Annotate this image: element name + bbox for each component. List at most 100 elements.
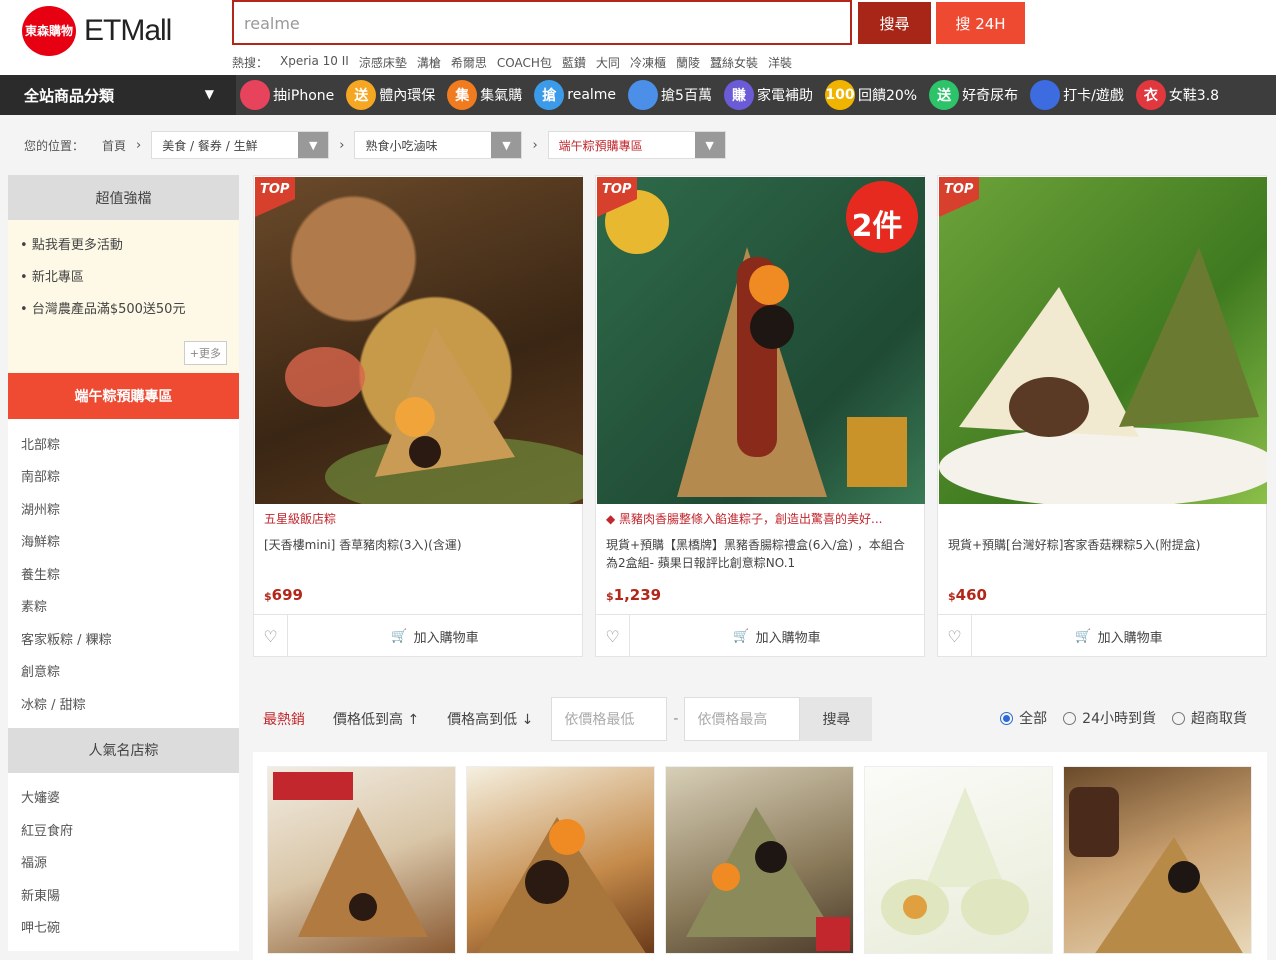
product-title[interactable]: 現貨+預購【黑橋牌】黑豬香腸粽禮盒(6入/盒) ，本組合為2盒組- 蘋果日報評比… [606,536,911,572]
sidebar-popular-item[interactable]: 福源 [8,846,239,879]
site-logo[interactable]: 東森購物 ETMall [22,6,182,56]
sidebar-category-item[interactable]: 客家粄粽 / 粿粽 [8,622,239,655]
chevron-down-icon: ▼ [694,132,725,158]
promo-label: 抽iPhone [273,88,335,104]
promo-link[interactable]: 搶5百萬 [628,80,712,110]
sidebar-category-item[interactable]: 北部粽 [8,427,239,460]
sort-price-asc[interactable]: 價格低到高 ↑ [333,709,419,729]
cart-icon: 🛒 [391,628,408,644]
hot-word[interactable]: 溝槍 [417,54,441,71]
hot-word[interactable]: COACH包 [497,54,552,71]
add-to-cart-button[interactable]: 🛒 加入購物車 [288,615,582,657]
product-actions: ♡ 🛒 加入購物車 [596,614,924,657]
search-24h-button[interactable]: 搜 24H [936,2,1025,44]
promo-links: 抽iPhone 送體內環保集集氣購搶 realme 搶5百萬賺家電補助 100 回饋20%… [240,75,1225,115]
sort-best-selling[interactable]: 最熱銷 [263,709,305,729]
search-input[interactable]: realme [232,0,852,45]
category-menu-button[interactable]: 全站商品分類 ▼ [0,75,236,115]
heart-icon[interactable]: ♡ [254,615,288,657]
hot-word[interactable]: 蠶絲女裝 [710,54,758,71]
product-thumbnail[interactable] [1063,766,1252,954]
product-image[interactable]: TOP 2件 [597,177,925,504]
product-thumbnail[interactable] [665,766,854,954]
promo-link[interactable]: 集集氣購 [447,80,522,110]
product-thumbnail[interactable] [267,766,456,954]
promo-link[interactable]: 搶 realme [534,80,616,110]
heart-icon[interactable]: ♡ [938,615,972,657]
chevron-down-icon: ▼ [204,87,214,101]
sidebar-category-item[interactable]: 南部粽 [8,460,239,493]
promo-icon: 集 [447,80,478,110]
product-actions: ♡ 🛒 加入購物車 [938,614,1266,657]
radio-24h[interactable]: 24小時到貨 [1063,708,1156,728]
heart-icon[interactable]: ♡ [596,615,630,657]
sidebar-promo-item[interactable]: • 新北專區 [20,262,227,294]
breadcrumb-select-level2[interactable]: 熟食小吃滷味 ▼ [354,131,523,159]
price-filter-button[interactable]: 搜尋 [800,697,873,741]
promo-label: 女鞋3.8 [1168,88,1220,104]
product-thumbnail[interactable] [864,766,1053,954]
promo-icon [628,80,659,110]
sidebar-promo-item[interactable]: • 點我看更多活動 [20,230,227,262]
promo-link[interactable]: 送體內環保 [346,80,435,110]
product-image[interactable]: TOP [939,177,1267,504]
breadcrumb-select-level1[interactable]: 美食 / 餐券 / 生鮮 ▼ [151,131,330,159]
product-card[interactable]: TOP 2件 ◆ 黑豬肉香腸整條入餡進粽子，創造出驚喜的美好... 現貨+預購【… [595,175,925,657]
sidebar-category-item[interactable]: 湖州粽 [8,492,239,525]
promo-link[interactable]: 賺家電補助 [723,80,813,110]
sidebar-popular-item[interactable]: 呷七碗 [8,911,239,944]
sidebar-category-item[interactable]: 素粽 [8,590,239,623]
hot-word[interactable]: 涼感床墊 [359,54,407,71]
sidebar-category-item[interactable]: 創意粽 [8,655,239,688]
promo-link[interactable]: 衣女鞋3.8 [1135,80,1220,110]
product-card[interactable]: TOP 五星級飯店粽 [天香樓mini] 香草豬肉粽(3入)(含運) $699 … [253,175,583,657]
more-button[interactable]: +更多 [183,341,227,365]
sidebar-promo-item[interactable]: • 台灣農產品滿$500送50元 [20,294,227,326]
hot-word[interactable]: 藍鑽 [562,54,586,71]
product-title[interactable]: 現貨+預購[台灣好粽]客家香菇粿粽5入(附提盒) [948,536,1253,554]
hot-word[interactable]: 希爾思 [451,54,487,71]
hot-word[interactable]: 洋裝 [768,54,792,71]
product-image[interactable]: TOP [255,177,583,504]
quantity-badge: 2件 [851,209,903,244]
product-thumbnail[interactable] [466,766,655,954]
product-illustration [939,247,1267,504]
radio-store-pickup[interactable]: 超商取貨 [1172,708,1247,728]
breadcrumb-home[interactable]: 首頁 [102,137,126,154]
sidebar-popular-item[interactable]: 新東陽 [8,878,239,911]
search-button[interactable]: 搜尋 [858,2,931,44]
sidebar-category-item[interactable]: 海鮮粽 [8,525,239,558]
chevron-down-icon: ▼ [491,132,522,158]
promo-link[interactable]: 打卡/遊戲 [1030,80,1124,110]
sort-price-desc[interactable]: 價格高到低 ↓ [447,709,533,729]
add-to-cart-button[interactable]: 🛒 加入購物車 [630,615,924,657]
add-to-cart-label: 加入購物車 [755,630,821,646]
promo-label: 搶5百萬 [661,88,712,104]
breadcrumb: 您的位置： 首頁 › 美食 / 餐券 / 生鮮 ▼ › 熟食小吃滷味 ▼ › 端… [24,131,726,159]
hot-word[interactable]: 大同 [596,54,620,71]
currency-symbol: $ [606,590,614,603]
sidebar-category-item[interactable]: 冰粽 / 甜粽 [8,687,239,720]
featured-products: TOP 五星級飯店粽 [天香樓mini] 香草豬肉粽(3入)(含運) $699 … [253,175,1267,657]
promo-label: 家電補助 [756,88,813,104]
radio-label: 24小時到貨 [1082,711,1156,727]
product-card[interactable]: TOP 現貨+預購[台灣好粽]客家香菇粿粽5入(附提盒) $460 ♡ 🛒 加入購… [937,175,1267,657]
radio-button-checked [1000,711,1014,725]
promo-link[interactable]: 送好奇尿布 [929,80,1018,110]
radio-all[interactable]: 全部 [1000,708,1047,728]
min-price-input[interactable]: 依價格最低 [551,697,668,741]
promo-link[interactable]: 抽iPhone [240,80,334,110]
product-price: $699 [264,586,303,604]
promo-link[interactable]: 100 回饋20% [824,80,917,110]
sidebar-category-item[interactable]: 養生粽 [8,557,239,590]
hot-word[interactable]: 蘭陵 [676,54,700,71]
hot-word[interactable]: 冷凍櫃 [630,54,666,71]
max-price-input[interactable]: 依價格最高 [684,697,801,741]
product-title[interactable]: [天香樓mini] 香草豬肉粽(3入)(含運) [264,536,569,554]
sidebar-active-category[interactable]: 端午粽預購專區 [8,373,239,419]
sidebar-popular-item[interactable]: 紅豆食府 [8,813,239,846]
sidebar-popular-item[interactable]: 大嬸婆 [8,781,239,814]
breadcrumb-select-level3[interactable]: 端午粽預購專區 ▼ [547,131,726,159]
add-to-cart-button[interactable]: 🛒 加入購物車 [972,615,1266,657]
hot-word[interactable]: Xperia 10 II [280,54,349,71]
